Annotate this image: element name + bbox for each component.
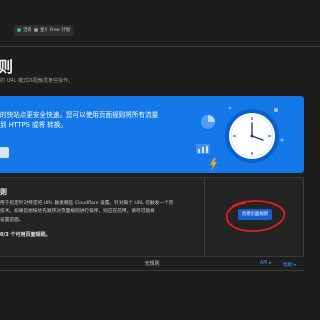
- top-bar: 活动 星号 Free 计划: [0, 0, 320, 60]
- page-subtitle: 的 URL 模式匹配触发某些操作。: [0, 78, 74, 84]
- card-title: 则: [0, 188, 7, 196]
- help-link[interactable]: 帮助 ▸: [283, 261, 297, 268]
- card-description: 用于指定针对特定的 URL 触发哪些 Cloudflare 设置。针对每个 UR…: [0, 200, 173, 225]
- card-divider: [204, 178, 205, 256]
- api-link[interactable]: API ▸: [260, 261, 272, 266]
- red-circle-annotation-icon: [225, 200, 286, 232]
- rules-count-text: 0/3 个可用页面规则。: [0, 232, 51, 238]
- card-desc-line-3: 设置前面。: [0, 217, 24, 223]
- page-title: 则: [0, 58, 14, 76]
- header-divider: [0, 46, 320, 47]
- clock-illustration-icon: [196, 106, 284, 170]
- card-desc-line-1: 用于指定针对特定的 URL 触发哪些 Cloudflare 设置。针对每个 UR…: [0, 201, 174, 206]
- star-icon: [34, 27, 38, 32]
- card-desc-line-2: 技术。如果您想按优先顺序对页面规则进行排序，则应在前用，请尽可能将: [0, 209, 155, 215]
- promo-button[interactable]: [0, 147, 9, 158]
- plan-label: Free 计划: [50, 28, 71, 33]
- plan-badge: Free 计划: [47, 25, 74, 36]
- rules-list-empty: 无规则: [0, 258, 304, 271]
- promo-line-2: 到 HTTPS 或将 转换。: [0, 121, 67, 129]
- promo-text: 的快站点更安全快速。您可以使用页面规则将所有流量 到 HTTPS 或将 转换。: [0, 110, 158, 130]
- https-promo-banner: 的快站点更安全快速。您可以使用页面规则将所有流量 到 HTTPS 或将 转换。: [0, 96, 304, 173]
- promo-line-1: 的快站点更安全快速。您可以使用页面规则将所有流量: [0, 111, 159, 119]
- status-dot-icon: [17, 27, 21, 32]
